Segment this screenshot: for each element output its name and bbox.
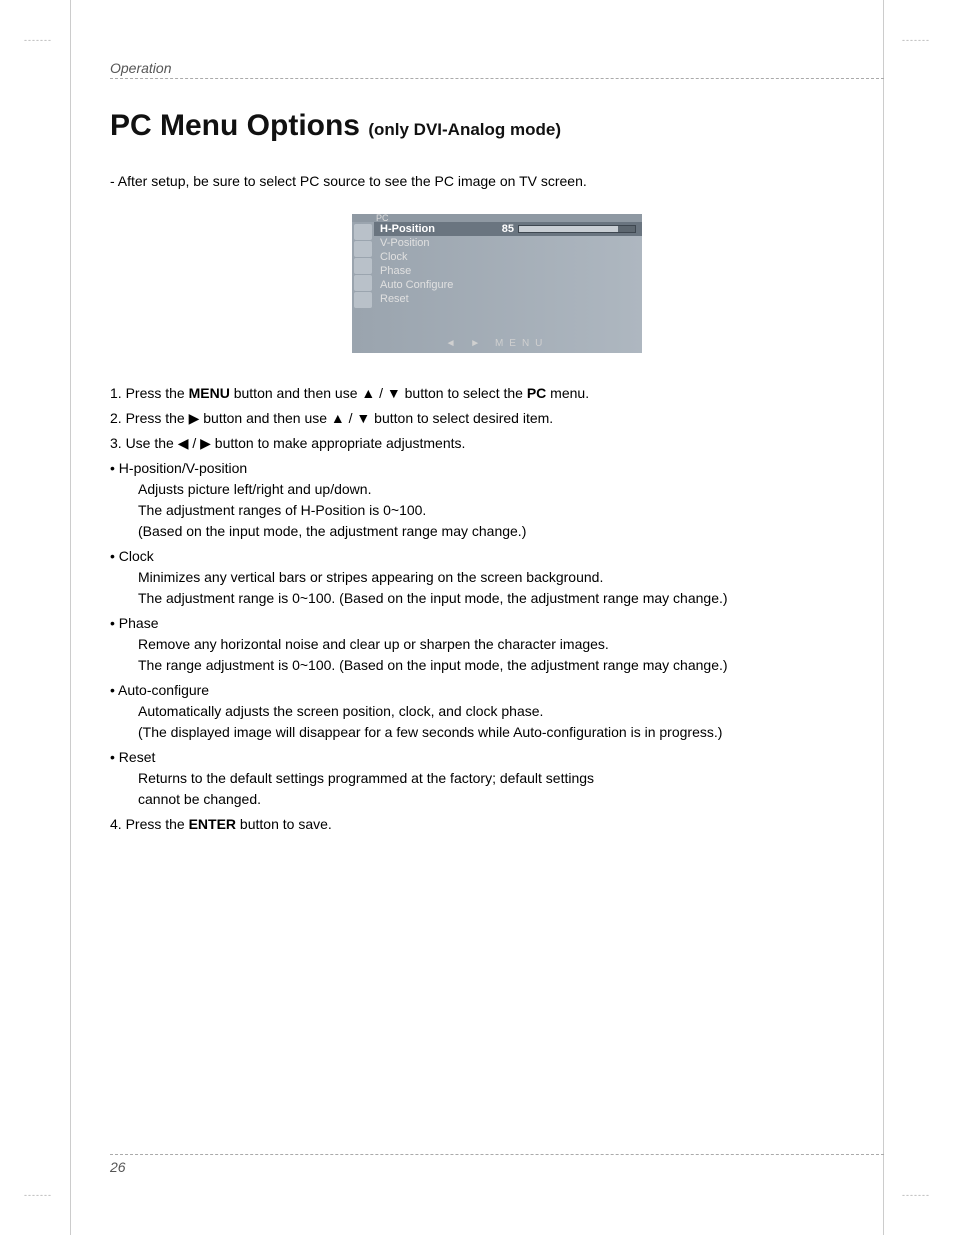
bullet-autoconfigure: Auto-configure Automatically adjusts the… bbox=[110, 680, 884, 743]
osd-icon bbox=[354, 292, 372, 308]
corner-mark: ------- bbox=[24, 1190, 52, 1200]
bullet-desc: Minimizes any vertical bars or stripes a… bbox=[110, 567, 884, 588]
osd-item-selected: H-Position 85 bbox=[374, 222, 642, 236]
osd-icon bbox=[354, 258, 372, 274]
corner-mark: ------- bbox=[902, 1190, 930, 1200]
page-content: Operation PC Menu Options (only DVI-Anal… bbox=[110, 60, 884, 1175]
page-scan: ------- ------- ------- ------- Operatio… bbox=[0, 0, 954, 1235]
bullet-title: Auto-configure bbox=[110, 680, 884, 701]
bullet-reset: Reset Returns to the default settings pr… bbox=[110, 747, 884, 810]
osd-item-label: V-Position bbox=[380, 237, 490, 249]
section-header: Operation bbox=[110, 60, 884, 78]
bullet-desc: Returns to the default settings programm… bbox=[110, 768, 884, 789]
step-1: 1. Press the MENU button and then use ▲ … bbox=[110, 383, 884, 404]
osd-screenshot: PC H-Position 85 bbox=[110, 214, 884, 353]
title-main: PC Menu Options bbox=[110, 109, 360, 142]
bullet-desc: Adjusts picture left/right and up/down. bbox=[110, 479, 884, 500]
corner-mark: ------- bbox=[902, 35, 930, 45]
body: PC Menu Options (only DVI-Analog mode) -… bbox=[110, 79, 884, 835]
osd-icon bbox=[354, 224, 372, 240]
step-2: 2. Press the ▶ button and then use ▲ / ▼… bbox=[110, 408, 884, 429]
osd-slider-fill bbox=[519, 226, 618, 232]
osd-icon bbox=[354, 275, 372, 291]
bullet-title: Clock bbox=[110, 546, 884, 567]
bullet-hvposition: H-position/V-position Adjusts picture le… bbox=[110, 458, 884, 542]
osd-item: V-Position bbox=[374, 236, 642, 250]
osd-item-label: Reset bbox=[380, 293, 490, 305]
bullet-clock: Clock Minimizes any vertical bars or str… bbox=[110, 546, 884, 609]
osd-tab: PC bbox=[352, 214, 642, 222]
bullet-desc: The adjustment ranges of H-Position is 0… bbox=[110, 500, 884, 521]
osd-item-label: Clock bbox=[380, 251, 490, 263]
bullet-desc: Remove any horizontal noise and clear up… bbox=[110, 634, 884, 655]
bullet-desc: The adjustment range is 0~100. (Based on… bbox=[110, 588, 884, 609]
bullet-title: Reset bbox=[110, 747, 884, 768]
osd-menu: H-Position 85 V-Position Clock Phase Aut… bbox=[374, 222, 642, 336]
osd-item: Phase bbox=[374, 264, 642, 278]
bullet-title: Phase bbox=[110, 613, 884, 634]
title-sub: (only DVI-Analog mode) bbox=[368, 120, 561, 139]
osd-panel: PC H-Position 85 bbox=[352, 214, 642, 353]
osd-footer: ◄ ► MENU bbox=[352, 336, 642, 353]
bullet-desc: cannot be changed. bbox=[110, 789, 884, 810]
page-title: PC Menu Options (only DVI-Analog mode) bbox=[110, 109, 884, 143]
step-4: 4. Press the ENTER button to save. bbox=[110, 814, 884, 835]
osd-icon bbox=[354, 241, 372, 257]
bullet-desc: Automatically adjusts the screen positio… bbox=[110, 701, 884, 722]
osd-slider bbox=[518, 225, 636, 233]
page-number: 26 bbox=[110, 1155, 884, 1175]
intro-text: - After setup, be sure to select PC sour… bbox=[110, 173, 884, 189]
osd-spacer bbox=[374, 306, 642, 336]
osd-item-label: Phase bbox=[380, 265, 490, 277]
osd-item-value: 85 bbox=[490, 223, 518, 235]
osd-body: H-Position 85 V-Position Clock Phase Aut… bbox=[352, 222, 642, 336]
bullet-phase: Phase Remove any horizontal noise and cl… bbox=[110, 613, 884, 676]
bullet-title: H-position/V-position bbox=[110, 458, 884, 479]
bullet-desc: (The displayed image will disappear for … bbox=[110, 722, 884, 743]
osd-item-label: H-Position bbox=[380, 223, 490, 235]
osd-item-label: Auto Configure bbox=[380, 279, 490, 291]
page-footer: 26 bbox=[110, 1154, 884, 1175]
step-3: 3. Use the ◀ / ▶ button to make appropri… bbox=[110, 433, 884, 454]
corner-mark: ------- bbox=[24, 35, 52, 45]
osd-item: Auto Configure bbox=[374, 278, 642, 292]
bullet-desc: (Based on the input mode, the adjustment… bbox=[110, 521, 884, 542]
osd-icon-column bbox=[352, 222, 374, 336]
bullet-desc: The range adjustment is 0~100. (Based on… bbox=[110, 655, 884, 676]
osd-item: Reset bbox=[374, 292, 642, 306]
page-edge bbox=[70, 0, 71, 1235]
instructions: 1. Press the MENU button and then use ▲ … bbox=[110, 383, 884, 835]
osd-item: Clock bbox=[374, 250, 642, 264]
